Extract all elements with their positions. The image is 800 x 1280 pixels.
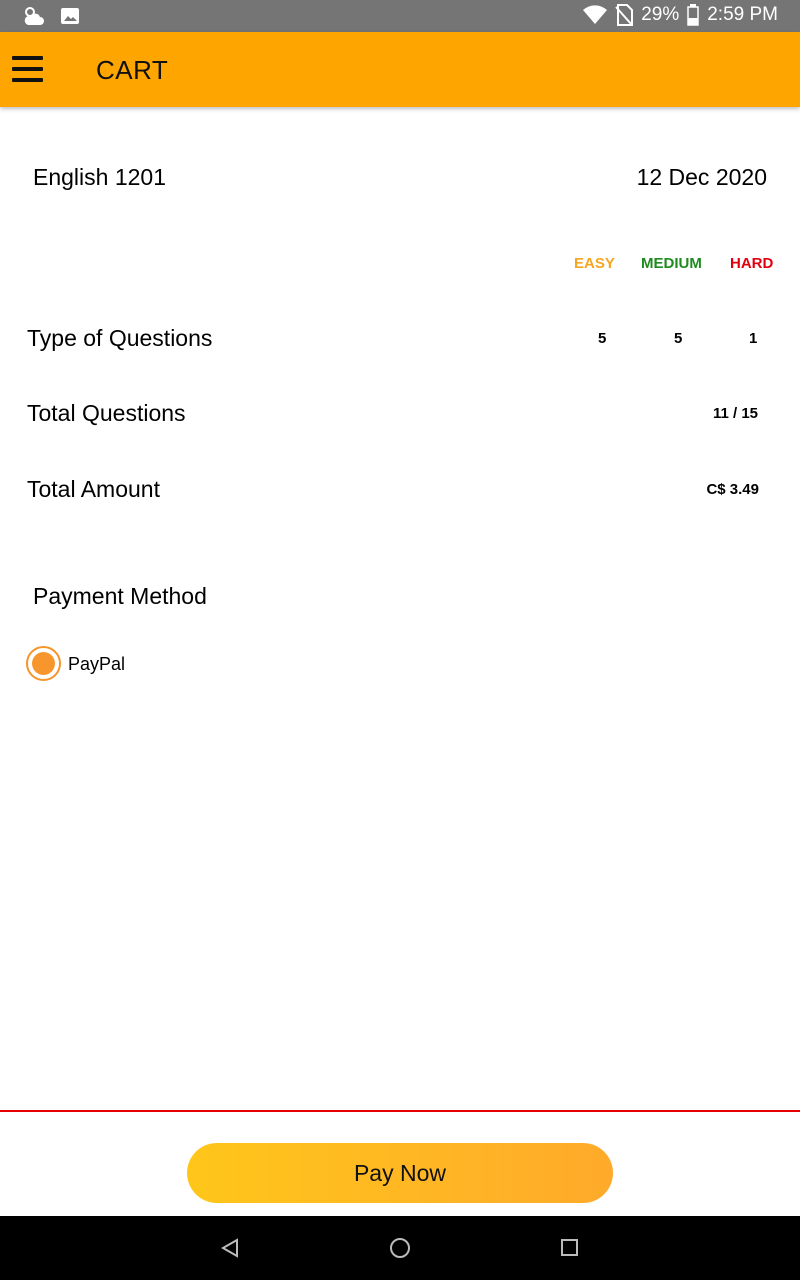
weather-icon [24, 7, 44, 25]
medium-count: 5 [674, 330, 683, 347]
status-bar: 29% 2:59 PM [0, 0, 800, 32]
pay-now-button[interactable]: Pay Now [187, 1143, 613, 1203]
paypal-option-label[interactable]: PayPal [68, 654, 125, 675]
total-questions-label: Total Questions [27, 400, 186, 426]
home-icon[interactable] [390, 1238, 410, 1258]
type-of-questions-label: Type of Questions [27, 325, 213, 351]
payment-method-title: Payment Method [33, 583, 207, 609]
page-title: CART [96, 55, 169, 85]
footer-divider [0, 1110, 800, 1112]
course-name: English 1201 [33, 164, 166, 190]
no-sim-icon [615, 4, 634, 26]
app-bar: CART [0, 32, 800, 107]
level-medium-label: MEDIUM [641, 255, 702, 272]
cart-date: 12 Dec 2020 [636, 164, 767, 190]
total-amount-label: Total Amount [27, 476, 160, 502]
total-amount-value: C$ 3.49 [706, 481, 759, 498]
hamburger-menu-icon[interactable] [12, 56, 43, 82]
system-nav-bar [0, 1216, 800, 1280]
recents-icon[interactable] [561, 1239, 578, 1256]
clock: 2:59 PM [707, 4, 778, 25]
paypal-radio[interactable] [26, 646, 61, 681]
easy-count: 5 [598, 330, 607, 347]
battery-percent: 29% [641, 4, 680, 25]
back-icon[interactable] [220, 1238, 240, 1258]
level-hard-label: HARD [730, 255, 774, 272]
image-icon [61, 8, 79, 24]
wifi-icon [583, 5, 608, 25]
total-questions-value: 11 / 15 [712, 405, 758, 422]
hard-count: 1 [749, 330, 758, 347]
level-easy-label: EASY [574, 255, 615, 272]
battery-icon [687, 4, 699, 26]
